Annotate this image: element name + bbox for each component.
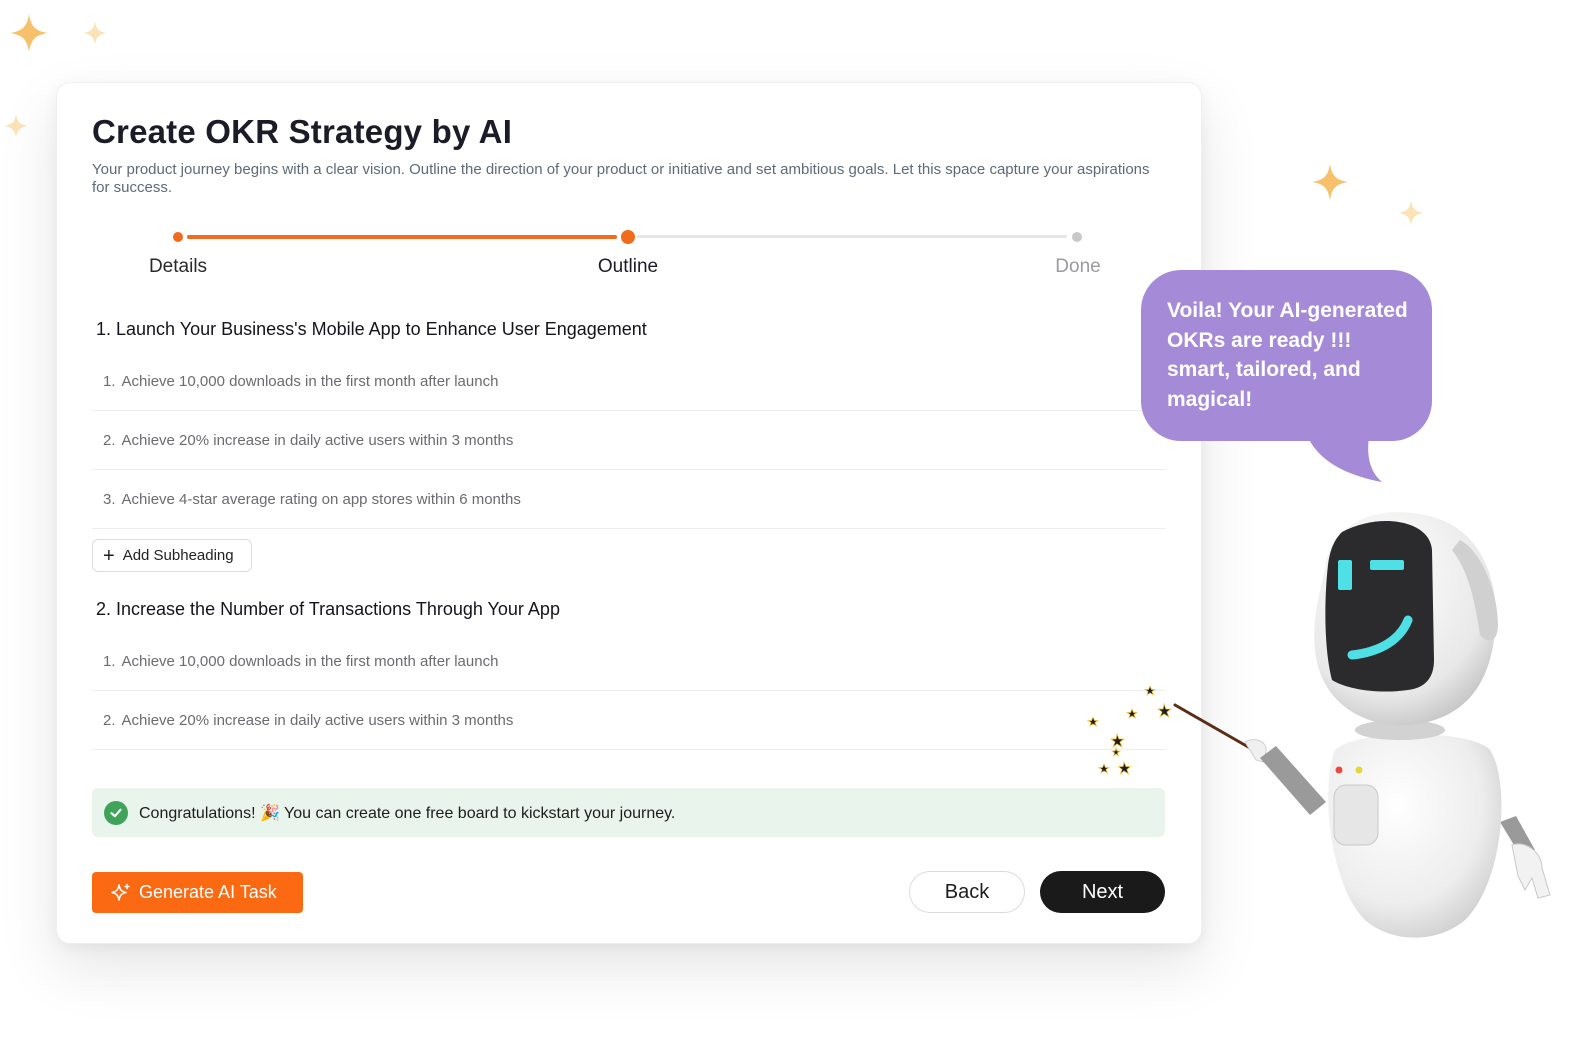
key-result-number: 3. <box>103 490 116 508</box>
step-label-outline[interactable]: Outline <box>598 256 658 278</box>
step-dot-done[interactable] <box>1072 232 1082 242</box>
page-subtitle: Your product journey begins with a clear… <box>92 161 1150 196</box>
step-connector-done <box>187 235 617 239</box>
plus-icon: + <box>103 544 115 567</box>
progress-stepper: Details Outline Done <box>57 228 1201 288</box>
objective-title-2[interactable]: 2. Increase the Number of Transactions T… <box>96 599 560 620</box>
okr-wizard-card: Create OKR Strategy by AI Your product j… <box>56 82 1202 944</box>
key-result-text: Achieve 20% increase in daily active use… <box>121 711 514 729</box>
sparkle-icon <box>1398 200 1424 226</box>
generate-ai-task-button[interactable]: Generate AI Task <box>92 872 303 913</box>
step-label-done[interactable]: Done <box>1055 256 1100 278</box>
success-banner: Congratulations! 🎉 You can create one fr… <box>92 788 1165 837</box>
page-title: Create OKR Strategy by AI <box>92 113 513 150</box>
add-subheading-label: Add Subheading <box>122 547 234 564</box>
key-result-text: Achieve 10,000 downloads in the first mo… <box>121 372 499 390</box>
sparkle-icon <box>111 883 130 901</box>
robot-mascot-illustration <box>1086 512 1551 938</box>
key-result-text: Achieve 20% increase in daily active use… <box>121 431 514 449</box>
add-subheading-button[interactable]: + Add Subheading <box>92 539 252 572</box>
speech-bubble-text: Voila! Your AI-generated OKRs are ready … <box>1167 299 1408 411</box>
sparkle-icon <box>1312 164 1348 200</box>
key-result-number: 2. <box>103 711 116 729</box>
key-result-row[interactable]: 1. Achieve 10,000 downloads in the first… <box>92 352 1165 411</box>
check-circle-icon <box>104 800 128 825</box>
key-result-text: Achieve 4-star average rating on app sto… <box>121 490 521 508</box>
key-result-text: Achieve 10,000 downloads in the first mo… <box>121 652 499 670</box>
key-result-number: 1. <box>103 372 116 390</box>
sparkle-icon <box>83 21 107 45</box>
key-result-row[interactable]: 2. Achieve 20% increase in daily active … <box>92 691 1165 750</box>
sparkle-icon <box>10 14 48 52</box>
key-result-row[interactable]: 3. Achieve 4-star average rating on app … <box>92 470 1165 529</box>
key-result-row[interactable]: 2. Achieve 20% increase in daily active … <box>92 411 1165 470</box>
key-result-number: 1. <box>103 652 116 670</box>
sparkle-icon <box>4 114 28 138</box>
key-result-number: 2. <box>103 431 116 449</box>
key-result-row[interactable]: 1. Achieve 10,000 downloads in the first… <box>92 632 1165 691</box>
generate-ai-task-label: Generate AI Task <box>139 882 277 902</box>
step-dot-outline[interactable] <box>621 230 635 244</box>
step-connector-pending <box>637 235 1067 238</box>
banner-text: Congratulations! 🎉 You can create one fr… <box>139 804 676 822</box>
step-dot-details[interactable] <box>173 232 183 242</box>
speech-bubble: Voila! Your AI-generated OKRs are ready … <box>1141 270 1432 441</box>
objective-title-1[interactable]: 1. Launch Your Business's Mobile App to … <box>96 319 647 340</box>
step-label-details[interactable]: Details <box>149 256 207 278</box>
back-button[interactable]: Back <box>909 871 1025 913</box>
